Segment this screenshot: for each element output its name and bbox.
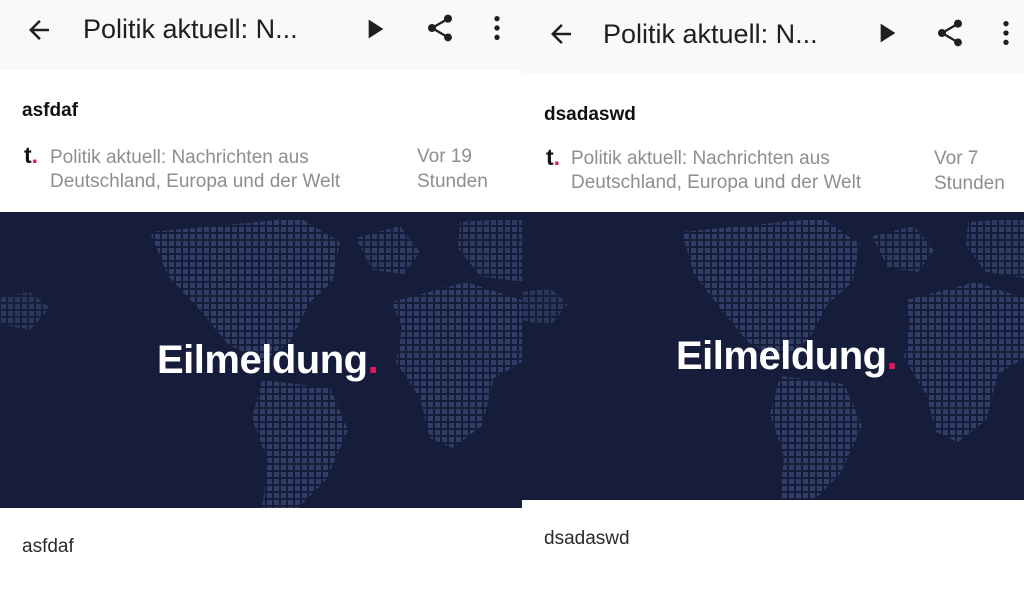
app-bar-title: Politik aktuell: N... <box>603 19 818 49</box>
back-arrow-icon[interactable] <box>546 19 576 49</box>
article-image[interactable]: Eilmeldung. <box>0 212 522 508</box>
article-screen-2: Politik aktuell: N... dsadaswd t. Politi… <box>522 0 1024 598</box>
breaking-news-dot: . <box>886 334 898 378</box>
app-bar: Politik aktuell: N... <box>0 0 522 70</box>
source-name[interactable]: Politik aktuell: Nachrichten aus Deutsch… <box>571 147 916 195</box>
article-headline: dsadaswd <box>544 104 636 125</box>
back-arrow-icon[interactable] <box>24 15 54 45</box>
breaking-news-word: Eilmeldung <box>157 338 368 382</box>
article-timestamp: Vor 19 Stunden <box>417 146 488 192</box>
article-body: asfdaf <box>22 536 74 557</box>
article-body: dsadaswd <box>544 528 630 549</box>
share-icon[interactable] <box>424 12 456 44</box>
article-screen-1: Politik aktuell: N... asfdaf t. Politik … <box>0 0 522 598</box>
source-logo: t. <box>546 144 560 171</box>
breaking-news-word: Eilmeldung <box>676 334 887 378</box>
app-bar: Politik aktuell: N... <box>522 0 1024 74</box>
more-options-icon[interactable] <box>990 17 1022 49</box>
source-logo-letter: t <box>546 144 554 170</box>
breaking-news-label: Eilmeldung. <box>676 334 898 379</box>
article-image[interactable]: Eilmeldung. <box>522 212 1024 500</box>
app-bar-title: Politik aktuell: N... <box>83 14 298 44</box>
screenshot-pair: Politik aktuell: N... asfdaf t. Politik … <box>0 0 1024 598</box>
article-headline: asfdaf <box>22 100 78 121</box>
source-name[interactable]: Politik aktuell: Nachrichten aus Deutsch… <box>50 146 390 194</box>
source-logo-dot: . <box>553 144 561 170</box>
play-icon[interactable] <box>358 13 390 45</box>
share-icon[interactable] <box>934 17 966 49</box>
source-logo-letter: t <box>24 142 32 168</box>
source-logo: t. <box>24 142 38 169</box>
breaking-news-dot: . <box>367 338 379 382</box>
breaking-news-label: Eilmeldung. <box>157 338 379 383</box>
more-options-icon[interactable] <box>481 12 513 44</box>
play-icon[interactable] <box>870 17 902 49</box>
source-logo-dot: . <box>31 142 39 168</box>
article-timestamp: Vor 7 Stunden <box>934 148 1005 194</box>
